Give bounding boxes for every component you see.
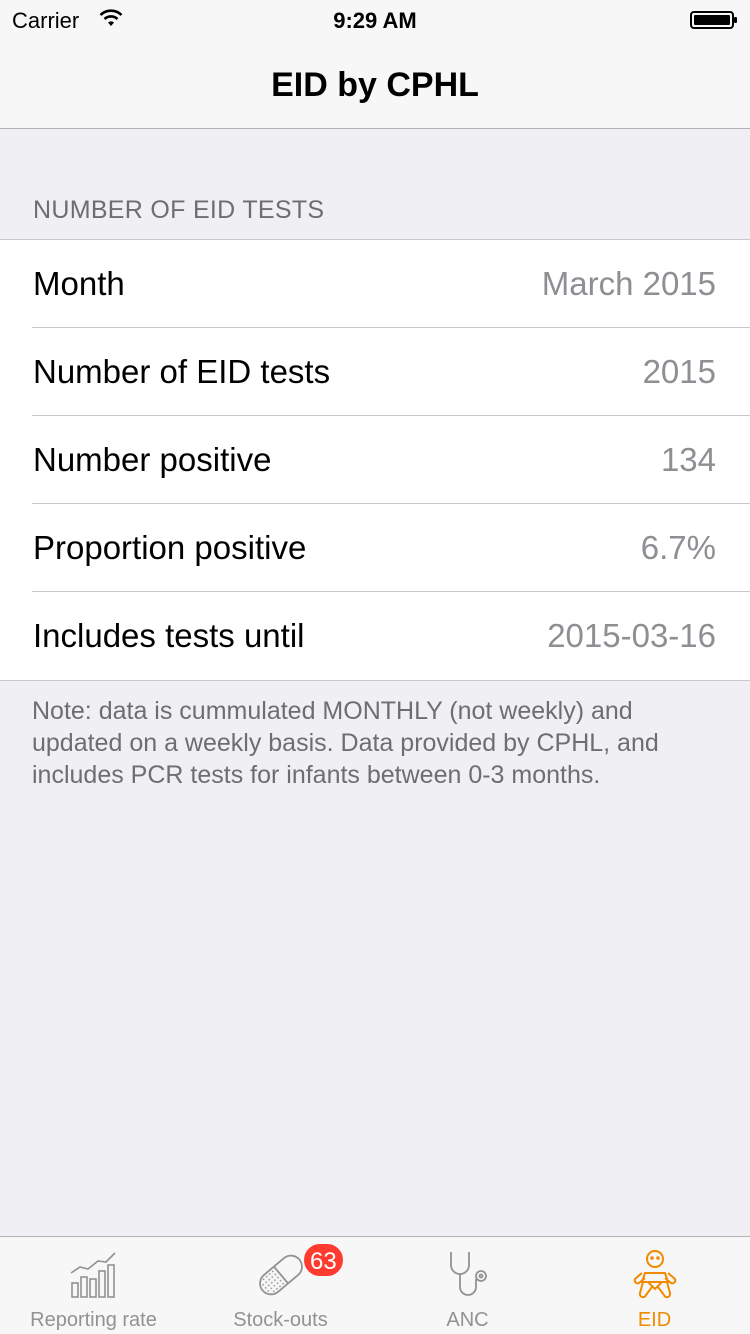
eid-table: Month March 2015 Number of EID tests 201… xyxy=(0,239,750,681)
battery-icon xyxy=(690,11,737,29)
notification-badge: 63 xyxy=(302,1242,345,1278)
tab-label: EID xyxy=(637,1309,672,1331)
row-label: Number of EID tests xyxy=(33,353,331,390)
tab-label: ANC xyxy=(446,1309,489,1331)
page-title: EID by CPHL xyxy=(271,66,479,104)
row-label: Includes tests until xyxy=(33,617,305,654)
row-label: Proportion positive xyxy=(33,529,307,566)
table-row-proportion-positive: Proportion positive 6.7% xyxy=(0,504,750,592)
table-row-includes-tests-until: Includes tests until 2015-03-16 xyxy=(0,592,750,680)
row-value: 134 xyxy=(660,441,716,478)
row-value: 6.7% xyxy=(640,529,716,566)
row-value: 2015 xyxy=(642,353,716,390)
tab-stock-outs[interactable]: 63 Stock-outs xyxy=(187,1237,374,1334)
stethoscope-icon xyxy=(449,1252,487,1296)
status-time: 9:29 AM xyxy=(333,8,417,33)
row-label: Month xyxy=(33,265,125,302)
table-row-number-of-tests: Number of EID tests 2015 xyxy=(0,328,750,416)
tab-reporting-rate[interactable]: Reporting rate xyxy=(0,1237,187,1334)
table-row-number-positive: Number positive 134 xyxy=(0,416,750,504)
row-value: 2015-03-16 xyxy=(547,617,716,654)
tab-eid[interactable]: EID xyxy=(561,1237,748,1334)
navigation-bar: EID by CPHL xyxy=(0,40,750,129)
bar-chart-icon xyxy=(70,1252,116,1298)
footnote: Note: data is cummulated MONTHLY (not we… xyxy=(32,697,659,789)
tab-label: Stock-outs xyxy=(233,1309,328,1331)
status-bar: Carrier 9:29 AM xyxy=(0,0,750,40)
section-header: NUMBER OF EID TESTS xyxy=(33,196,325,224)
row-label: Number positive xyxy=(33,441,272,478)
tab-label: Reporting rate xyxy=(30,1309,157,1331)
table-row-month: Month March 2015 xyxy=(0,240,750,328)
tab-anc[interactable]: ANC xyxy=(374,1237,561,1334)
baby-icon xyxy=(633,1250,676,1299)
row-value: March 2015 xyxy=(541,265,716,302)
tab-bar: Reporting rate 63 Stock-outs ANC EID xyxy=(0,1236,750,1334)
